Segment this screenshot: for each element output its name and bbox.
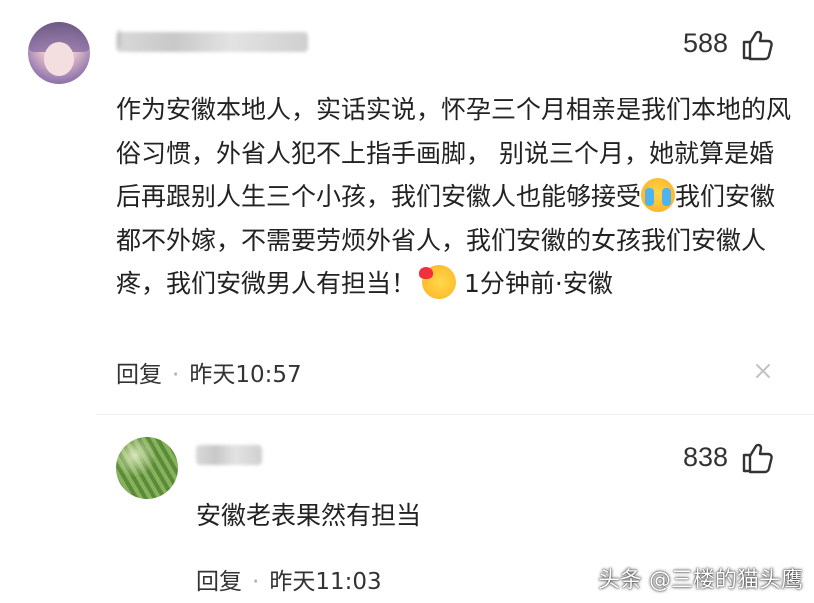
thumbs-up-icon[interactable] (741, 29, 773, 61)
like-count: 588 (683, 28, 729, 58)
reply-button[interactable]: 回复 (196, 569, 242, 595)
avatar[interactable] (28, 22, 90, 84)
kiss-emoji-icon (419, 265, 457, 299)
close-icon[interactable] (753, 361, 773, 381)
comment-timestamp: 昨天10:57 (189, 362, 302, 388)
avatar[interactable] (116, 437, 178, 499)
like-count: 838 (683, 442, 729, 472)
separator-dot: · (172, 362, 180, 388)
thumbs-up-icon[interactable] (741, 442, 773, 474)
crying-laughing-emoji-icon (641, 178, 676, 212)
reply-text: 安徽老表果然有担当 (196, 501, 422, 530)
avatar-face (44, 42, 74, 76)
username-masked[interactable] (196, 445, 262, 465)
separator-dot: · (252, 569, 260, 595)
reply-button[interactable]: 回复 (116, 362, 162, 388)
username-masked[interactable]: I (116, 28, 308, 53)
username-text: I (116, 28, 123, 53)
reply-action-row: 回复 · 昨天11:03 (196, 562, 382, 596)
reply-timestamp: 昨天11:03 (269, 569, 382, 595)
close-x-glyph (756, 364, 770, 378)
watermark: 头条 @三楼的猫头鹰 (598, 568, 803, 593)
comment-body: 作为安徽本地人，实话实说，怀孕三个月相亲是我们本地的风俗习惯，外省人犯不上指手画… (116, 88, 796, 306)
comment-inline-meta: 1分钟前·安徽 (456, 269, 613, 298)
comment-action-row: 回复 · 昨天10:57 (116, 355, 302, 389)
